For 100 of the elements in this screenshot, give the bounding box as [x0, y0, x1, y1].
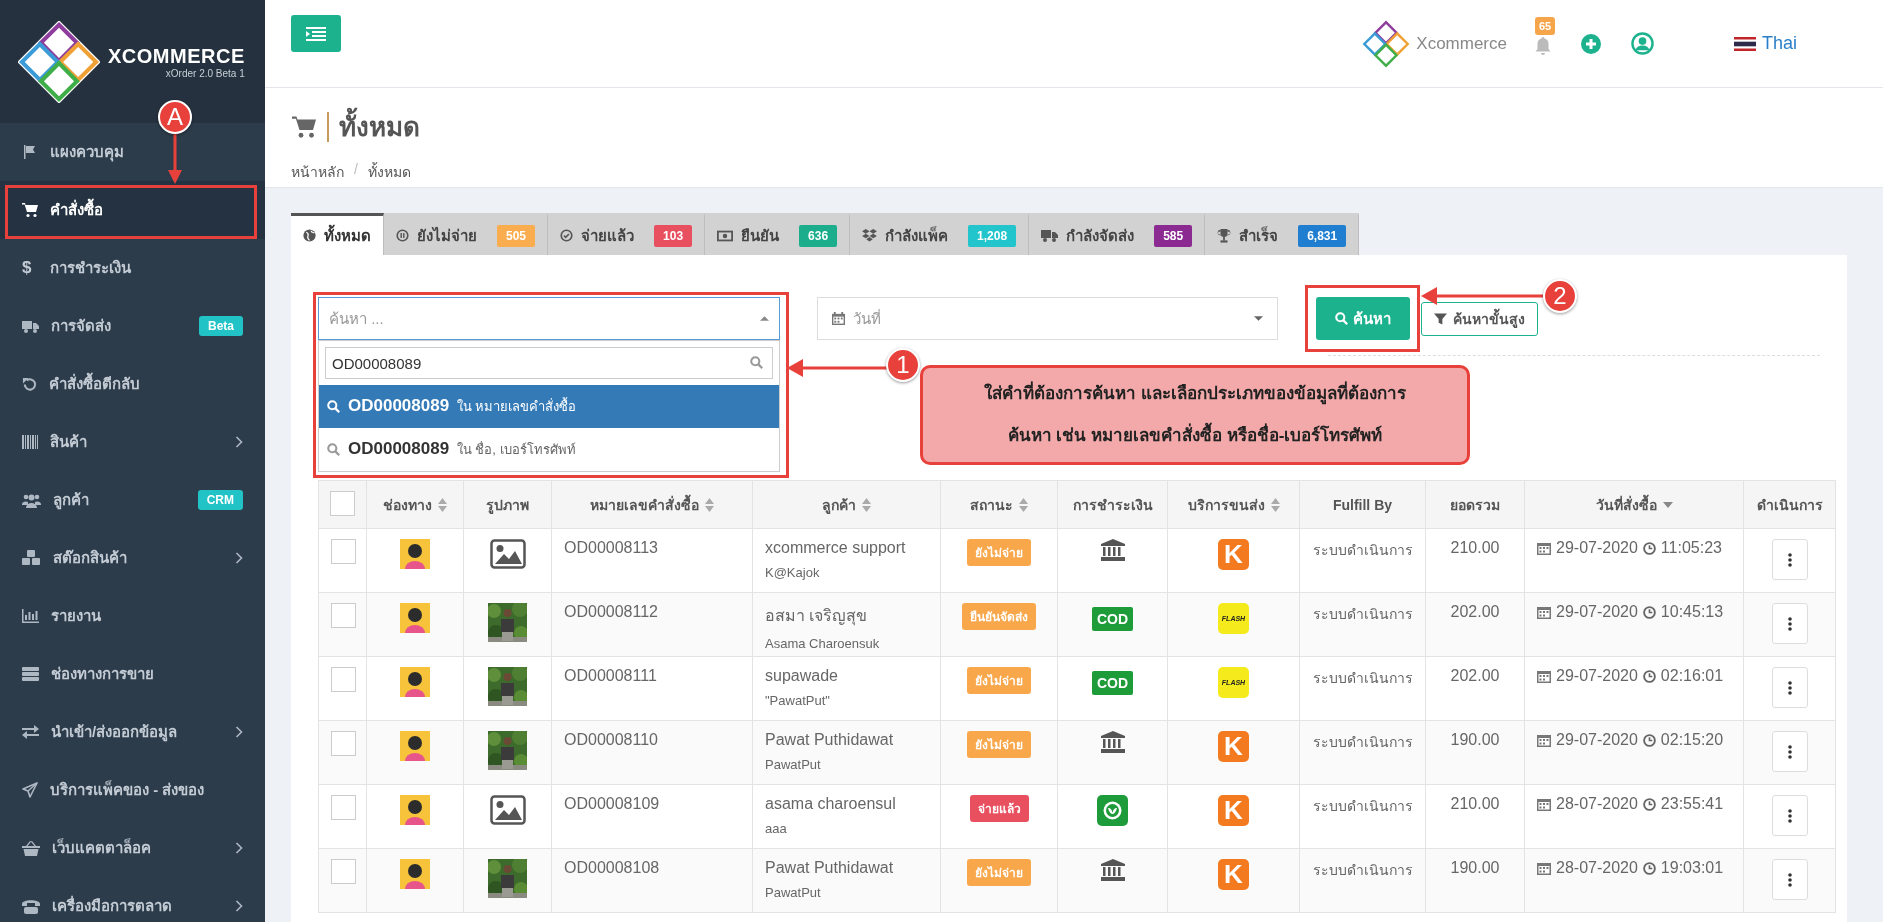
order-time: 02:16:01 — [1660, 667, 1724, 685]
clock-icon — [1642, 541, 1656, 555]
avatar-icon — [400, 859, 430, 889]
exchange-icon — [22, 725, 39, 739]
more-button[interactable] — [1771, 667, 1808, 708]
table-cell: 190.00 — [1450, 859, 1500, 876]
boxes-icon — [862, 229, 878, 242]
checkbox[interactable] — [331, 667, 356, 692]
users-icon — [22, 492, 41, 508]
order-date: 28-07-2020 — [1556, 859, 1638, 877]
sidebar-item[interactable]: นำเข้า/ส่งออกข้อมูล — [0, 703, 265, 761]
order-time: 02:15:20 — [1660, 731, 1724, 749]
bar-chart-icon — [22, 609, 39, 623]
page-title: ทั้งหมด — [339, 106, 420, 147]
tab[interactable]: จ่ายแล้ว 103 — [548, 213, 706, 255]
table-cell: ระบบดำเนินการ — [1312, 734, 1413, 750]
clock-icon — [1642, 669, 1656, 683]
breadcrumb-link[interactable]: ทั้งหมด — [367, 161, 411, 183]
column-header: Fulfill By — [1332, 496, 1393, 513]
phone-icon — [22, 898, 40, 914]
customer-name: supawade — [765, 667, 839, 685]
more-icon — [1787, 552, 1792, 567]
order-time: 19:03:01 — [1660, 859, 1724, 877]
checkbox[interactable] — [330, 490, 355, 516]
count-badge: 1,208 — [968, 224, 1017, 247]
calendar-icon — [1537, 797, 1551, 811]
sidebar-item[interactable]: คำสั่งซื้อตีกลับ — [0, 355, 265, 413]
caret-icon — [1254, 316, 1263, 321]
order-date: 28-07-2020 — [1556, 795, 1638, 813]
checkbox[interactable] — [331, 603, 356, 628]
image-icon — [489, 795, 526, 825]
order-date: 29-07-2020 — [1556, 539, 1638, 557]
table-cell: OD00008112 — [564, 603, 658, 620]
sidebar-item[interactable]: ช่องทางการขาย — [0, 645, 265, 703]
sidebar-item[interactable]: รายงาน — [0, 587, 265, 645]
sidebar-item[interactable]: การจัดส่ง Beta — [0, 297, 265, 355]
payment-badge: COD — [1091, 607, 1134, 631]
customer-name: อสมา เจริญสุข — [765, 606, 869, 628]
search-icon — [327, 400, 340, 413]
sidebar-item[interactable]: ลูกค้า CRM — [0, 471, 265, 529]
checkbox[interactable] — [331, 731, 356, 756]
count-badge: 585 — [1154, 224, 1193, 247]
table-cell: 210.00 — [1450, 539, 1500, 556]
more-button[interactable] — [1771, 539, 1808, 580]
add-icon[interactable] — [1581, 33, 1601, 54]
calendar-icon — [1537, 861, 1551, 875]
brand-name: XCOMMERCE — [108, 44, 245, 68]
breadcrumb-link[interactable]: หน้าหลัก — [291, 161, 344, 183]
sidebar-item[interactable]: เว็บแคตตาล็อค — [0, 819, 265, 877]
tab[interactable]: กำลังจัดส่ง 585 — [1029, 213, 1206, 255]
more-icon — [1787, 808, 1792, 823]
table-cell: 190.00 — [1450, 731, 1500, 748]
table-cell: ระบบดำเนินการ — [1312, 862, 1413, 878]
truck-icon — [22, 318, 39, 334]
column-header: หมายเลขคำสั่งซื้อ — [590, 493, 699, 515]
menu-badge: Beta — [199, 316, 243, 336]
more-button[interactable] — [1771, 603, 1808, 644]
search-input[interactable]: OD00008089 — [325, 347, 773, 379]
column-header: ดำเนินการ — [1756, 495, 1823, 515]
table-cell: OD00008111 — [564, 667, 657, 684]
tab[interactable]: กำลังแพ็ค 1,208 — [850, 213, 1030, 255]
sidebar-toggle-button[interactable] — [291, 15, 341, 52]
search-icon — [750, 356, 763, 369]
money-icon — [717, 229, 734, 242]
sidebar-item[interactable]: บริการแพ็คของ - ส่งของ — [0, 761, 265, 819]
sidebar-item[interactable]: $ การชำระเงิน — [0, 239, 265, 297]
more-button[interactable] — [1771, 795, 1808, 836]
column-header: การชำระเงิน — [1072, 495, 1153, 515]
tab[interactable]: ทั้งหมด — [291, 213, 384, 255]
checkbox[interactable] — [331, 859, 356, 884]
search-icon — [1335, 312, 1348, 325]
table-cell: ระบบดำเนินการ — [1312, 670, 1413, 686]
tab[interactable]: ยังไม่จ่าย 505 — [384, 213, 549, 255]
order-date: 29-07-2020 — [1556, 667, 1638, 685]
more-button[interactable] — [1771, 859, 1808, 900]
customer-note: "PawatPut" — [765, 693, 831, 708]
advanced-search-button[interactable]: ค้นหาขั้นสูง — [1421, 301, 1538, 336]
basket-icon — [22, 840, 40, 856]
callout-note: ใส่คำที่ต้องการค้นหา และเลือกประเภทของข้อมูลที่ต้องการ ค้นหา เช่น หมายเลขคำสั่งซื้อ หรือชื่อ-เบอร์โทรศัพท์ — [984, 373, 1406, 457]
calendar-icon — [1537, 669, 1551, 683]
checkbox[interactable] — [331, 795, 356, 820]
checkbox[interactable] — [331, 539, 356, 564]
tab[interactable]: สำเร็จ 6,831 — [1205, 213, 1360, 255]
notification-badge: 65 — [1535, 16, 1556, 35]
dropdown-option[interactable]: OD00008089 ใน หมายเลขคำสั่งซื้อ — [319, 385, 779, 428]
sidebar-item[interactable]: เครื่องมือการตลาด — [0, 877, 265, 922]
table-cell: OD00008109 — [564, 795, 660, 812]
sidebar-item[interactable]: สินค้า — [0, 413, 265, 471]
more-icon — [1787, 616, 1792, 631]
count-badge: 505 — [497, 224, 536, 247]
language-link[interactable]: Thai — [1734, 33, 1797, 54]
globe-icon — [303, 229, 316, 242]
more-button[interactable] — [1771, 731, 1808, 772]
avatar-icon — [400, 795, 430, 825]
column-header: บริการขนส่ง — [1187, 495, 1265, 515]
column-header: รูปภาพ — [486, 495, 529, 516]
pause-icon — [396, 229, 409, 242]
tab[interactable]: ยืนยัน 636 — [705, 213, 851, 255]
chevron-icon — [235, 436, 243, 448]
sidebar-item[interactable]: สต๊อกสินค้า — [0, 529, 265, 587]
